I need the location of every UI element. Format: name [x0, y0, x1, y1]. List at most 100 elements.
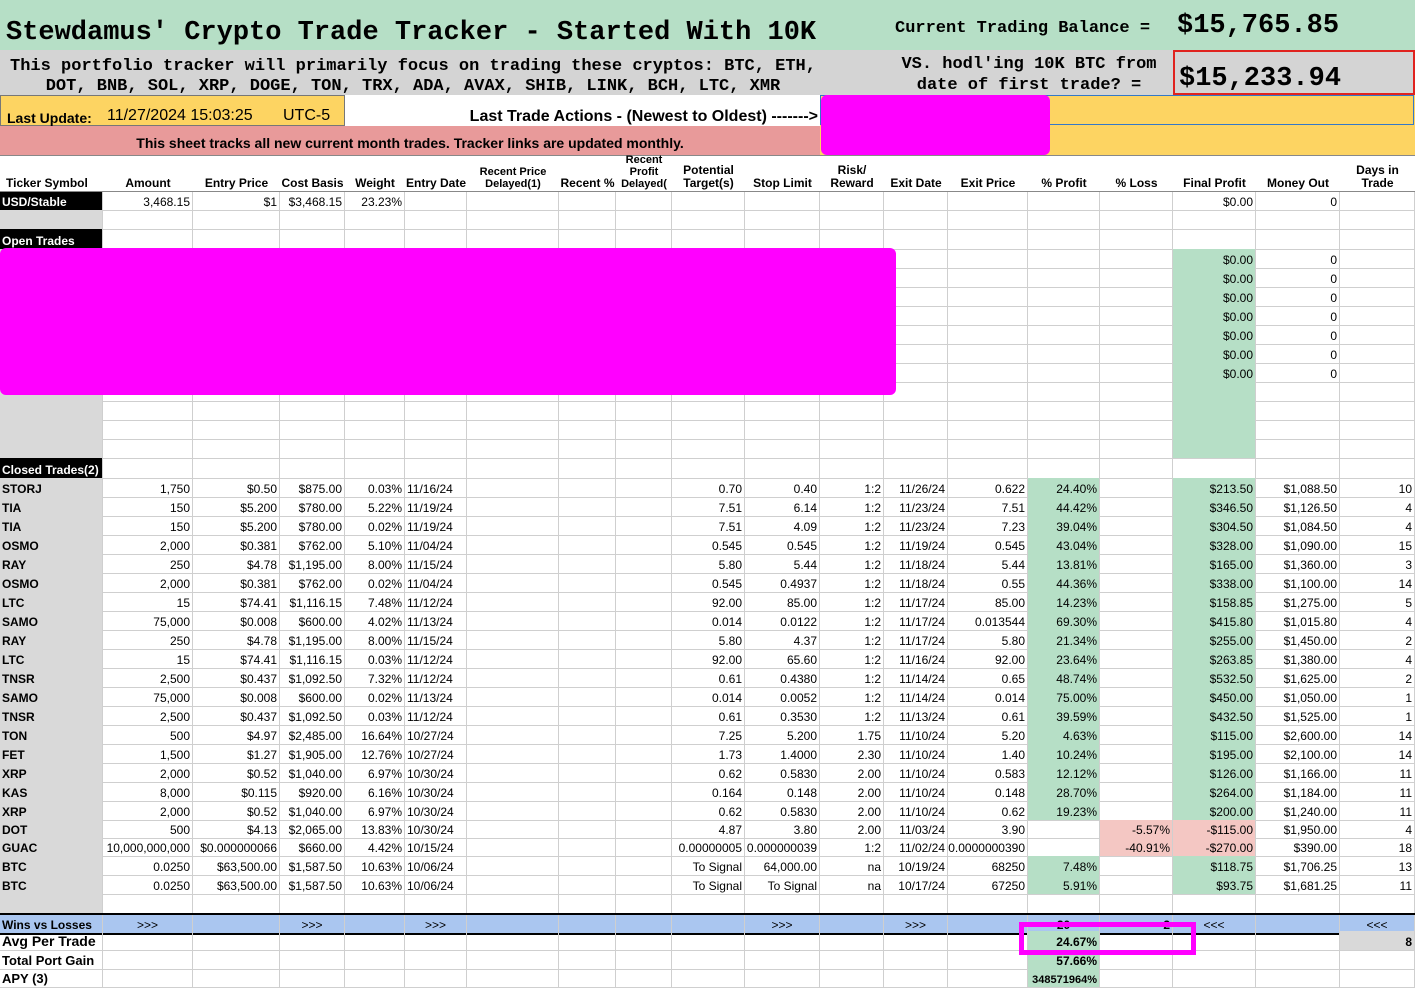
stop-cell[interactable]: 4.09 — [745, 516, 820, 535]
pct-loss-cell[interactable] — [1100, 287, 1173, 306]
empty-cell[interactable] — [103, 420, 193, 439]
empty-cell[interactable] — [745, 931, 820, 950]
final-profit-cell[interactable]: $126.00 — [1173, 763, 1256, 782]
money-out-cell[interactable]: $1,240.00 — [1256, 801, 1340, 820]
rr-cell[interactable]: 1:2 — [820, 706, 884, 725]
empty-cell[interactable] — [193, 420, 280, 439]
final-profit-cell[interactable]: $263.85 — [1173, 649, 1256, 668]
ticker-cell[interactable]: BTC — [0, 875, 103, 894]
money-out-cell[interactable]: 0 — [1256, 192, 1340, 210]
avg-per-trade-label[interactable]: Avg Per Trade — [0, 931, 103, 950]
empty-cell[interactable] — [1340, 458, 1415, 478]
target-cell[interactable]: 0.61 — [672, 706, 745, 725]
recent-pct-cell[interactable] — [559, 192, 616, 210]
exit-price-cell[interactable] — [948, 287, 1028, 306]
exit-date-cell[interactable]: 10/17/24 — [884, 875, 948, 894]
recent-profit-cell[interactable] — [616, 649, 672, 668]
cost-basis-cell[interactable]: $1,905.00 — [280, 744, 345, 763]
cost-basis-cell[interactable]: $1,587.50 — [280, 856, 345, 875]
weight-cell[interactable]: 0.02% — [345, 516, 405, 535]
recent-profit-cell[interactable] — [616, 706, 672, 725]
amount-cell[interactable]: 2,000 — [103, 573, 193, 592]
target-cell[interactable]: 0.70 — [672, 478, 745, 497]
money-out-cell[interactable]: $1,450.00 — [1256, 630, 1340, 649]
empty-cell[interactable] — [948, 894, 1028, 913]
empty-cell[interactable] — [948, 229, 1028, 249]
stop-cell[interactable]: 6.14 — [745, 497, 820, 516]
empty-cell[interactable] — [672, 401, 745, 420]
empty-cell[interactable] — [948, 969, 1028, 987]
header-money-out[interactable]: Money Out — [1256, 156, 1340, 193]
weight-cell[interactable]: 10.63% — [345, 856, 405, 875]
empty-cell[interactable] — [820, 969, 884, 987]
pct-profit-cell[interactable]: 12.12% — [1028, 763, 1100, 782]
empty-cell[interactable] — [405, 210, 467, 229]
cost-basis-cell[interactable]: $1,116.15 — [280, 592, 345, 611]
header-entry-price[interactable]: Entry Price — [193, 156, 280, 193]
days-cell[interactable]: 2 — [1340, 668, 1415, 687]
empty-cell[interactable] — [280, 420, 345, 439]
empty-cell[interactable] — [193, 950, 280, 969]
pct-loss-cell[interactable] — [1100, 497, 1173, 516]
exit-price-cell[interactable]: 1.40 — [948, 744, 1028, 763]
weight-cell[interactable]: 7.32% — [345, 668, 405, 687]
empty-cell[interactable] — [1100, 458, 1173, 478]
header-weight[interactable]: Weight — [345, 156, 405, 193]
empty-cell[interactable] — [467, 950, 559, 969]
amount-cell[interactable]: 150 — [103, 497, 193, 516]
rr-cell[interactable]: 1:2 — [820, 573, 884, 592]
empty-cell[interactable] — [948, 950, 1028, 969]
recent-profit-cell[interactable] — [616, 820, 672, 838]
final-profit-cell[interactable]: $450.00 — [1173, 687, 1256, 706]
rr-cell[interactable]: 2.00 — [820, 782, 884, 801]
amount-cell[interactable]: 75,000 — [103, 687, 193, 706]
empty-cell[interactable] — [467, 210, 559, 229]
header-ticker[interactable]: Ticker Symbol — [0, 156, 103, 193]
exit-price-cell[interactable]: 5.20 — [948, 725, 1028, 744]
money-out-cell[interactable]: $1,166.00 — [1256, 763, 1340, 782]
exit-price-cell[interactable] — [948, 325, 1028, 344]
empty-cell[interactable] — [103, 931, 193, 950]
empty-cell[interactable] — [559, 458, 616, 478]
header-entry-date[interactable]: Entry Date — [405, 156, 467, 193]
recent-pct-cell[interactable] — [559, 535, 616, 554]
recent-price-cell[interactable] — [467, 611, 559, 630]
recent-price-cell[interactable] — [467, 838, 559, 856]
pct-profit-cell[interactable] — [1028, 363, 1100, 382]
empty-cell[interactable] — [467, 439, 559, 458]
cost-basis-cell[interactable]: $1,195.00 — [280, 554, 345, 573]
recent-price-cell[interactable] — [467, 763, 559, 782]
target-cell[interactable]: 0.61 — [672, 668, 745, 687]
entry-price-cell[interactable]: $0.008 — [193, 687, 280, 706]
weight-cell[interactable]: 4.42% — [345, 838, 405, 856]
ticker-cell[interactable]: DOT — [0, 820, 103, 838]
entry-price-cell[interactable]: $0.008 — [193, 611, 280, 630]
empty-cell[interactable] — [467, 458, 559, 478]
amount-cell[interactable]: 0.0250 — [103, 875, 193, 894]
exit-price-cell[interactable]: 7.51 — [948, 497, 1028, 516]
days-cell[interactable]: 11 — [1340, 782, 1415, 801]
pct-loss-cell[interactable]: -5.57% — [1100, 820, 1173, 838]
pct-loss-cell[interactable] — [1100, 554, 1173, 573]
recent-profit-cell[interactable] — [616, 554, 672, 573]
exit-date-cell[interactable]: 11/23/24 — [884, 497, 948, 516]
recent-pct-cell[interactable] — [559, 856, 616, 875]
weight-cell[interactable]: 13.83% — [345, 820, 405, 838]
ticker-cell[interactable]: OSMO — [0, 535, 103, 554]
recent-price-cell[interactable] — [467, 875, 559, 894]
days-cell[interactable]: 11 — [1340, 875, 1415, 894]
header-rr[interactable]: Risk/ Reward — [820, 156, 884, 193]
days-cell[interactable]: 5 — [1340, 592, 1415, 611]
weight-cell[interactable]: 6.16% — [345, 782, 405, 801]
amount-cell[interactable]: 2,000 — [103, 801, 193, 820]
entry-price-cell[interactable]: $0.000000066 — [193, 838, 280, 856]
days-cell[interactable] — [1340, 363, 1415, 382]
recent-price-cell[interactable] — [467, 782, 559, 801]
recent-pct-cell[interactable] — [559, 838, 616, 856]
money-out-cell[interactable]: $390.00 — [1256, 838, 1340, 856]
exit-price-cell[interactable]: 0.65 — [948, 668, 1028, 687]
empty-cell[interactable] — [1340, 401, 1415, 420]
empty-cell[interactable] — [820, 229, 884, 249]
cost-basis-cell[interactable]: $3,468.15 — [280, 192, 345, 210]
header-pct-profit[interactable]: % Profit — [1028, 156, 1100, 193]
